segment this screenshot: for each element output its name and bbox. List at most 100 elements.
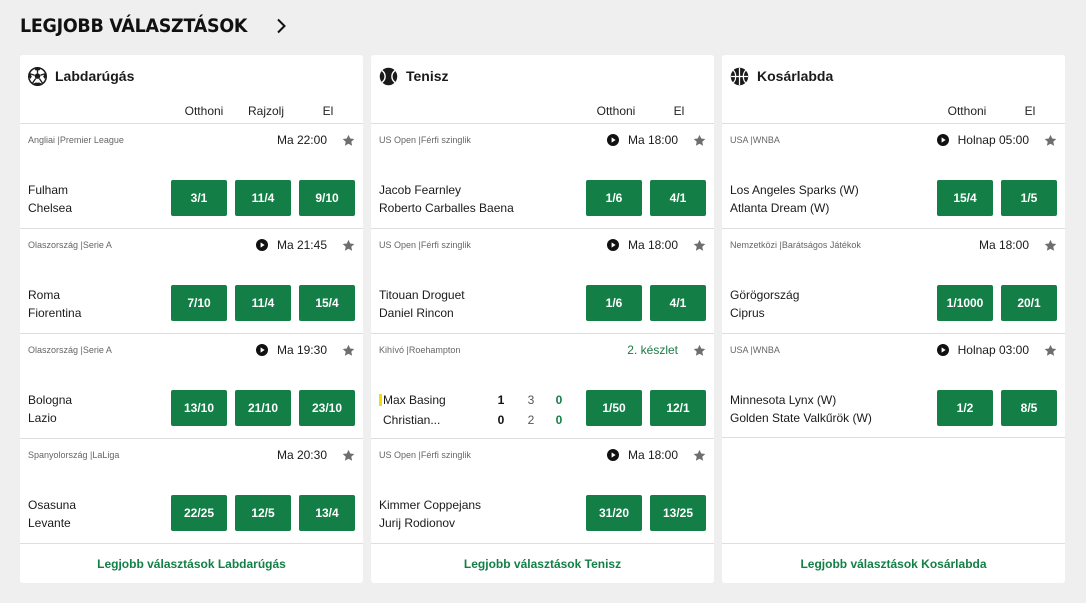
event-time: Ma 18:00 (627, 448, 678, 462)
odds-away-button[interactable]: 1/5 (1001, 180, 1057, 216)
event-row-live[interactable]: Kihívó |Roehampton 2. készlet Max Basing… (371, 333, 714, 438)
event-row[interactable]: USA |WNBA Holnap 03:00 Minnesota Lynx (W… (722, 333, 1065, 438)
card-header: Labdarúgás (28, 66, 134, 86)
game-score: 3 (527, 393, 535, 407)
event-time-wrap: Ma 18:00 (606, 238, 678, 252)
player-name: Christian... (383, 413, 441, 427)
star-icon[interactable] (693, 449, 706, 462)
event-time: Ma 21:45 (276, 238, 327, 252)
away-team: Levante (28, 516, 71, 530)
teams: Bologna Lazio (28, 391, 72, 427)
star-icon[interactable] (342, 134, 355, 147)
league-label: USA |WNBA (730, 345, 780, 355)
odds-home-button[interactable]: 22/25 (171, 495, 227, 531)
soccer-ball-icon (28, 66, 47, 86)
odds-home-button[interactable]: 1/6 (586, 180, 642, 216)
col-header-home: Otthoni (947, 104, 987, 118)
odds-away-button[interactable]: 4/1 (650, 180, 706, 216)
league-label: Spanyolország |LaLiga (28, 450, 120, 460)
card-header: Kosárlabda (730, 66, 833, 86)
star-icon[interactable] (1044, 239, 1057, 252)
star-icon[interactable] (1044, 134, 1057, 147)
card-footer: Legjobb választások Labdarúgás (20, 543, 363, 583)
star-icon[interactable] (693, 134, 706, 147)
odds-away-button[interactable]: 13/25 (650, 495, 706, 531)
live-stream-icon (255, 239, 268, 251)
teams: Görögország Ciprus (730, 286, 799, 322)
odds-draw-button[interactable]: 12/5 (235, 495, 291, 531)
home-team: Roma (28, 288, 61, 302)
event-row[interactable]: Angliai |Premier League Ma 22:00 Fulham … (20, 123, 363, 228)
home-player: Jacob Fearnley (379, 183, 462, 197)
home-player: Kimmer Coppejans (379, 498, 482, 512)
odds-draw-button[interactable]: 21/10 (235, 390, 291, 426)
odds-home-button[interactable]: 7/10 (171, 285, 227, 321)
tennis-ball-icon (379, 67, 398, 86)
teams: Los Angeles Sparks (W) Atlanta Dream (W) (730, 181, 859, 217)
odds-home-button[interactable]: 1/1000 (937, 285, 993, 321)
away-team: Fiorentina (28, 306, 82, 320)
see-all-basketball-link[interactable]: Legjobb választások Kosárlabda (800, 557, 986, 571)
star-icon[interactable] (693, 239, 706, 252)
event-row[interactable]: Olaszország |Serie A Ma 19:30 Bologna La… (20, 333, 363, 438)
event-row[interactable]: Spanyolország |LaLiga Ma 20:30 Osasuna L… (20, 438, 363, 543)
league-label: US Open |Férfi szinglik (379, 450, 471, 460)
see-all-football-link[interactable]: Legjobb választások Labdarúgás (97, 557, 286, 571)
teams: Titouan Droguet Daniel Rincon (379, 286, 465, 322)
odds-away-button[interactable]: 20/1 (1001, 285, 1057, 321)
event-time-wrap: Ma 22:00 (277, 133, 327, 147)
event-row[interactable]: US Open |Férfi szinglik Ma 18:00 Titouan… (371, 228, 714, 333)
odds-away-button[interactable]: 15/4 (299, 285, 355, 321)
odds-draw-button[interactable]: 11/4 (235, 285, 291, 321)
odds-home-button[interactable]: 1/50 (586, 390, 642, 426)
set-score: 0 (497, 413, 505, 427)
odds-away-button[interactable]: 23/10 (299, 390, 355, 426)
star-icon[interactable] (1044, 344, 1057, 357)
odds-away-button[interactable]: 8/5 (1001, 390, 1057, 426)
card-footer: Legjobb választások Kosárlabda (722, 543, 1065, 583)
odds-home-button[interactable]: 15/4 (937, 180, 993, 216)
star-icon[interactable] (342, 239, 355, 252)
odds-away-button[interactable]: 9/10 (299, 180, 355, 216)
odds-away-button[interactable]: 13/4 (299, 495, 355, 531)
odds-draw-button[interactable]: 11/4 (235, 180, 291, 216)
star-icon[interactable] (693, 344, 706, 357)
away-team: Golden State Valkűrök (W) (730, 411, 872, 425)
event-row[interactable]: Nemzetközi |Barátságos Játékok Ma 18:00 … (722, 228, 1065, 333)
odds-home-button[interactable]: 1/6 (586, 285, 642, 321)
see-all-tennis-link[interactable]: Legjobb választások Tenisz (464, 557, 621, 571)
event-row[interactable]: US Open |Férfi szinglik Ma 18:00 Jacob F… (371, 123, 714, 228)
odds-away-button[interactable]: 4/1 (650, 285, 706, 321)
event-time-wrap: Ma 20:30 (277, 448, 327, 462)
col-header-away: El (673, 104, 685, 118)
odds-home-button[interactable]: 1/2 (937, 390, 993, 426)
event-time-wrap: Holnap 05:00 (936, 133, 1029, 147)
event-time: Ma 18:00 (978, 238, 1029, 252)
event-row[interactable]: USA |WNBA Holnap 05:00 Los Angeles Spark… (722, 123, 1065, 228)
col-header-away: El (1024, 104, 1036, 118)
event-time-wrap: 2. készlet (627, 343, 678, 357)
away-team: Ciprus (730, 306, 765, 320)
teams: Roma Fiorentina (28, 286, 81, 322)
set-score: 1 (497, 393, 505, 407)
away-player: Jurij Rodionov (379, 516, 456, 530)
event-row[interactable]: US Open |Férfi szinglik Ma 18:00 Kimmer … (371, 438, 714, 543)
odds-home-button[interactable]: 3/1 (171, 180, 227, 216)
col-header-draw: Rajzolj (247, 104, 284, 118)
home-team: Los Angeles Sparks (W) (730, 183, 859, 197)
odds-home-button[interactable]: 13/10 (171, 390, 227, 426)
chevron-right-icon[interactable] (271, 16, 291, 36)
star-icon[interactable] (342, 449, 355, 462)
col-header-home: Otthoni (184, 104, 224, 118)
league-label: Angliai |Premier League (28, 135, 124, 145)
league-label: US Open |Férfi szinglik (379, 240, 471, 250)
odds-away-button[interactable]: 12/1 (650, 390, 706, 426)
event-row[interactable]: Olaszország |Serie A Ma 21:45 Roma Fiore… (20, 228, 363, 333)
live-stream-icon (255, 344, 268, 356)
odds-home-button[interactable]: 31/20 (586, 495, 642, 531)
point-score: 0 (555, 413, 563, 427)
league-label: Olaszország |Serie A (28, 345, 112, 355)
game-score: 2 (527, 413, 535, 427)
star-icon[interactable] (342, 344, 355, 357)
live-set-status: 2. készlet (627, 343, 678, 357)
